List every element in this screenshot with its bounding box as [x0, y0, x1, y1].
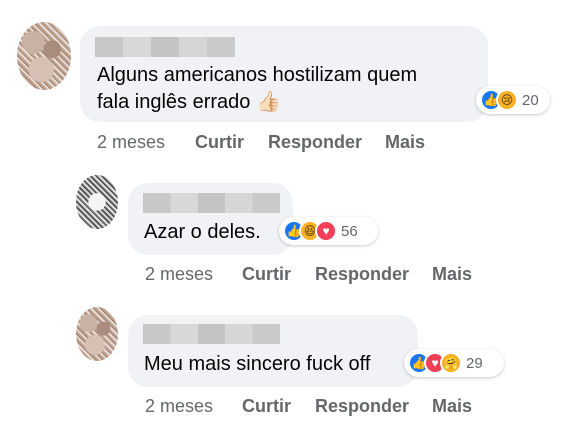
- comment-actions: 2 meses Curtir Responder Mais: [97, 132, 437, 154]
- reply-button[interactable]: Responder: [315, 264, 409, 285]
- comment-text-line: Azar o deles.: [144, 221, 261, 243]
- reaction-summary[interactable]: 👍 😢 20: [476, 86, 550, 114]
- reply-button[interactable]: Responder: [315, 396, 409, 417]
- reaction-count: 56: [341, 222, 358, 240]
- comment-text-line: fala inglês errado 👍🏻: [97, 91, 281, 113]
- timestamp[interactable]: 2 meses: [145, 396, 213, 417]
- timestamp[interactable]: 2 meses: [145, 264, 213, 285]
- comment-text-line: Meu mais sincero fuck off: [144, 353, 371, 375]
- reaction-summary[interactable]: 👍 😆 ♥ 56: [279, 217, 378, 245]
- author-name[interactable]: [143, 324, 280, 344]
- like-button[interactable]: Curtir: [195, 132, 244, 153]
- author-name[interactable]: [95, 37, 235, 57]
- sad-reaction-icon: 😢: [496, 89, 518, 111]
- comment-actions: 2 meses Curtir Responder Mais: [145, 264, 485, 286]
- like-button[interactable]: Curtir: [242, 396, 291, 417]
- author-name[interactable]: [143, 193, 280, 213]
- more-button[interactable]: Mais: [432, 264, 472, 285]
- thumbs-up-emoji: 👍🏻: [256, 91, 281, 113]
- love-reaction-icon: ♥: [315, 220, 337, 242]
- timestamp[interactable]: 2 meses: [97, 132, 165, 153]
- avatar[interactable]: [76, 175, 118, 229]
- reaction-summary[interactable]: 👍 ♥ 🤗 29: [404, 349, 504, 377]
- care-reaction-icon: 🤗: [440, 352, 462, 374]
- like-button[interactable]: Curtir: [242, 264, 291, 285]
- avatar[interactable]: [17, 22, 71, 90]
- reply-button[interactable]: Responder: [268, 132, 362, 153]
- more-button[interactable]: Mais: [432, 396, 472, 417]
- more-button[interactable]: Mais: [385, 132, 425, 153]
- reaction-count: 29: [466, 354, 483, 372]
- comment-text-line: Alguns americanos hostilizam quem: [97, 64, 418, 86]
- comment-actions: 2 meses Curtir Responder Mais: [145, 396, 485, 418]
- avatar[interactable]: [76, 307, 118, 361]
- reaction-count: 20: [522, 91, 539, 109]
